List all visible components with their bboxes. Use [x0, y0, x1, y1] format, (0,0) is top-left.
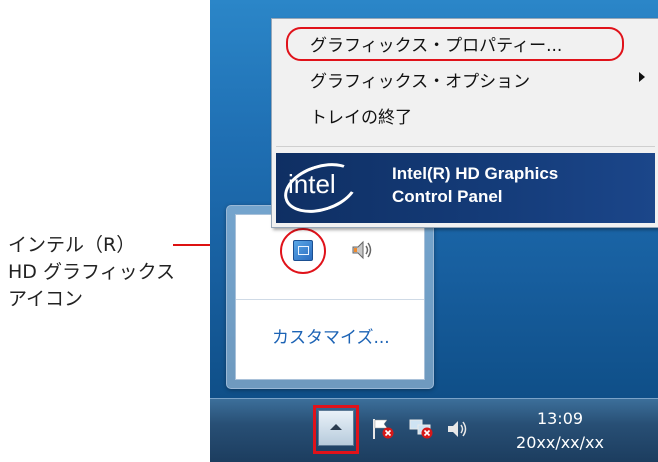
- popup-divider: [236, 299, 424, 300]
- highlight-box: [313, 405, 359, 454]
- taskbar: 13:09 20xx/xx/xx: [210, 398, 658, 462]
- popup-panel: カスタマイズ...: [235, 214, 425, 380]
- menu-separator: [276, 146, 655, 147]
- submenu-arrow-icon: [639, 72, 645, 82]
- notification-overflow-popup: カスタマイズ...: [226, 205, 434, 389]
- intel-control-panel-banner[interactable]: intel Intel(R) HD Graphics Control Panel: [276, 153, 655, 223]
- clock-time: 13:09: [536, 409, 584, 428]
- callout-line3: アイコン: [8, 288, 84, 310]
- menu-item-graphics-options[interactable]: グラフィックス・オプション: [272, 63, 658, 93]
- taskbar-clock[interactable]: 13:09 20xx/xx/xx: [500, 407, 620, 455]
- menu-item-graphics-properties[interactable]: グラフィックス・プロパティー...: [272, 27, 658, 61]
- volume-icon[interactable]: [446, 419, 470, 439]
- speaker-icon[interactable]: [351, 240, 373, 260]
- menu-item-label: グラフィックス・プロパティー...: [310, 36, 563, 56]
- clock-date: 20xx/xx/xx: [516, 433, 604, 452]
- menu-item-label: グラフィックス・オプション: [310, 72, 531, 92]
- intel-context-menu: グラフィックス・プロパティー... グラフィックス・オプション トレイの終了 i…: [271, 18, 658, 228]
- menu-item-label: トレイの終了: [310, 108, 412, 128]
- customize-link[interactable]: カスタマイズ...: [272, 323, 390, 348]
- intel-product-name: Intel(R) HD Graphics Control Panel: [392, 162, 558, 208]
- callout-label: インテル（R） HD グラフィックス アイコン: [8, 232, 175, 313]
- intel-logo: intel: [288, 169, 336, 199]
- action-center-flag-icon[interactable]: [370, 418, 396, 440]
- highlight-circle: [280, 228, 326, 274]
- product-line1: Intel(R) HD Graphics: [392, 164, 559, 183]
- callout-line2: HD グラフィックス: [8, 261, 176, 283]
- callout-line1: インテル（R）: [8, 234, 136, 256]
- product-line2: Control Panel: [392, 187, 503, 206]
- network-icon[interactable]: [408, 418, 436, 440]
- menu-item-exit-tray[interactable]: トレイの終了: [272, 99, 658, 129]
